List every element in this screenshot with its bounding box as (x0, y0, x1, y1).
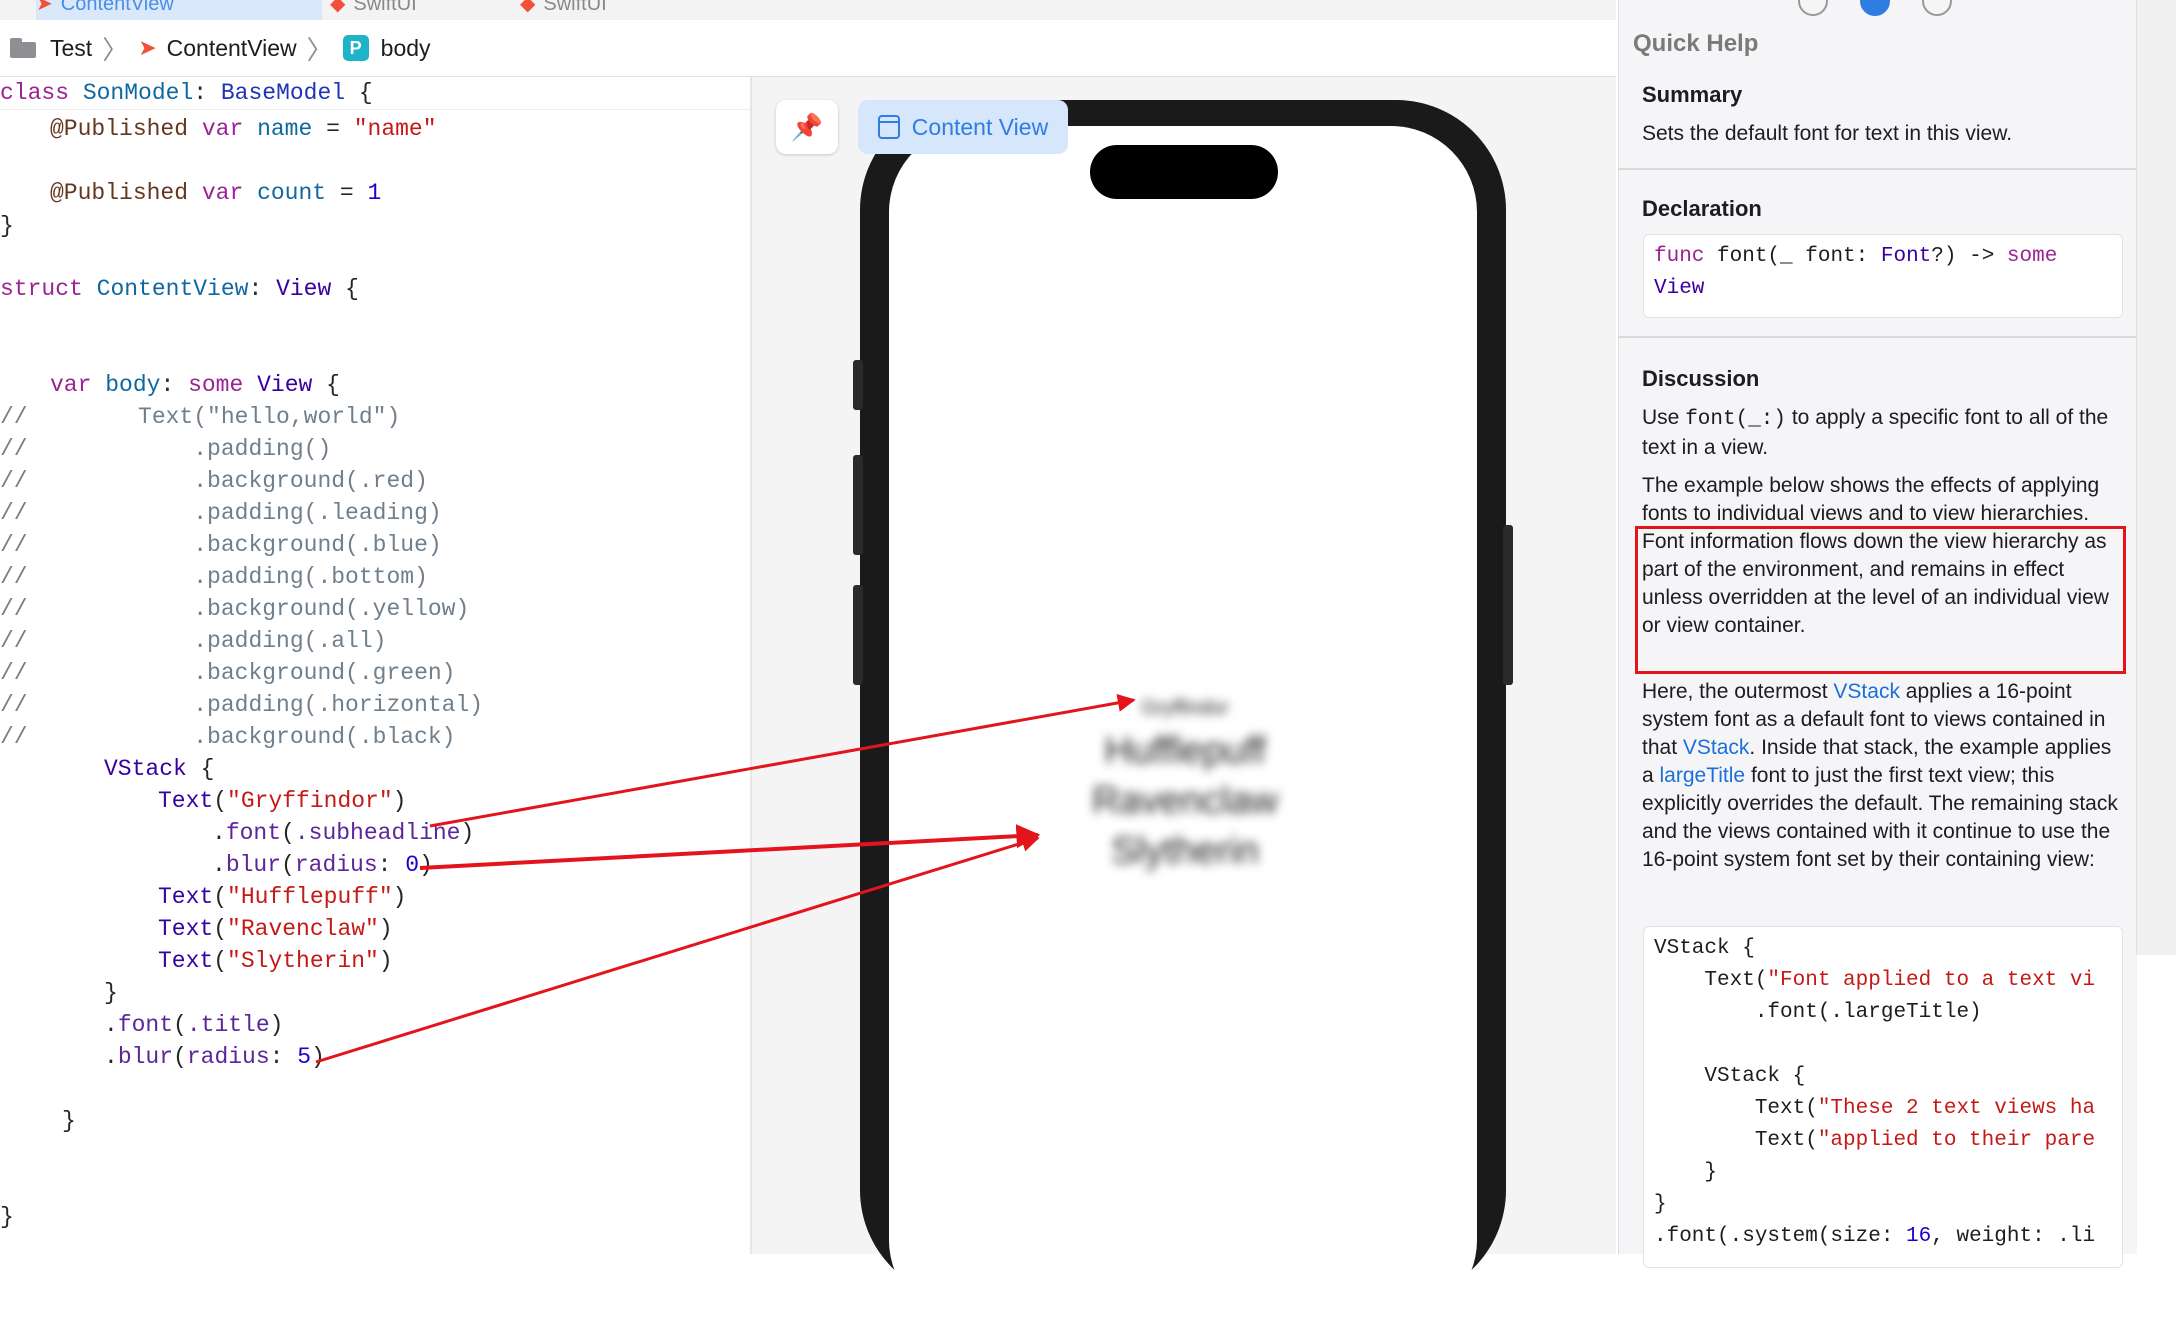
dynamic-island (1090, 145, 1278, 199)
comment-line: // .background(.green) (0, 660, 456, 686)
preview-window-icon (877, 115, 900, 139)
code-line-blur-5: .blur(radius: 5) (104, 1044, 325, 1070)
pin-icon: 📌 (790, 111, 824, 142)
code-line-struct: struct ContentView: View { (0, 276, 359, 302)
discussion-heading: Discussion (1642, 366, 1760, 391)
comment-line: // .padding() (0, 436, 332, 462)
quick-help-title: Quick Help (1633, 30, 1759, 57)
code-line-body: var body: some View { (50, 372, 340, 398)
code-line-vstack: VStack { (104, 756, 215, 782)
section-divider (1618, 168, 2136, 170)
code-line-ravenclaw: Text("Ravenclaw") (158, 916, 393, 942)
content-view-preview-button[interactable]: Content View (858, 100, 1068, 154)
inspector-scroll-gutter (2136, 0, 2176, 955)
preview-text-slytherin: Slytherin (1111, 830, 1259, 872)
vstack-link[interactable]: VStack (1833, 680, 1900, 703)
vstack-link[interactable]: VStack (1683, 736, 1750, 759)
summary-heading: Summary (1642, 82, 1743, 107)
pin-preview-button[interactable]: 📌 (776, 100, 838, 154)
code-line-font-subheadline: .font(.subheadline) (212, 820, 475, 846)
swiftui-icon: ◆ (330, 0, 346, 15)
declaration-code: func font(_ font: Font?) -> some View (1643, 234, 2123, 318)
discussion-paragraph-3: Here, the outermost VStack applies a 16-… (1642, 680, 2118, 871)
code-line-slytherin: Text("Slytherin") (158, 948, 393, 974)
example-code: VStack { Text("Font applied to a text vi… (1643, 926, 2123, 1268)
code-line-close: } (0, 213, 14, 239)
comment-line: // .background(.blue) (0, 532, 442, 558)
swift-file-icon: ➤ (138, 35, 157, 60)
code-editor[interactable]: class SonModel: BaseModel { @Published v… (0, 77, 750, 1254)
preview-text-ravenclaw: Ravenclaw (1092, 780, 1278, 822)
largetitle-link[interactable]: largeTitle (1660, 764, 1746, 787)
phone-power-button (1503, 525, 1513, 685)
tab-contentview[interactable]: ➤ ContentView (36, 0, 322, 20)
tab-swiftui-2[interactable]: ◆ SwiftUI (520, 0, 680, 20)
comment-line: // .padding(.all) (0, 628, 387, 654)
folder-icon (10, 38, 38, 58)
tab-swiftui-1[interactable]: ◆ SwiftUI (330, 0, 490, 20)
code-line-name: @Published var name = "name" (50, 116, 437, 142)
comment-line: // .padding(.horizontal) (0, 692, 484, 718)
code-line-gryffindor: Text("Gryffindor") (158, 788, 407, 814)
comment-line: // .padding(.bottom) (0, 564, 428, 590)
code-line-font-title: .font(.title) (104, 1012, 284, 1038)
breadcrumb-project[interactable]: Test (50, 35, 92, 62)
chevron-right-icon: 〉 (306, 34, 333, 65)
comment-line: // .padding(.leading) (0, 500, 442, 526)
annotation-highlight-box (1635, 526, 2126, 674)
breadcrumb-symbol[interactable]: body (381, 35, 431, 62)
code-line-blur-0: .blur(radius: 0) (212, 852, 433, 878)
code-line-struct-close: } (0, 1204, 14, 1230)
property-badge-icon: P (342, 35, 369, 61)
code-line-count: @Published var count = 1 (50, 180, 382, 206)
preview-text-gryffindor: Gryffindor (1141, 697, 1229, 719)
phone-volume-up-button (853, 455, 863, 555)
chevron-right-icon: 〉 (102, 34, 129, 65)
comment-line: // .background(.yellow) (0, 596, 470, 622)
comment-line: // .background(.black) (0, 724, 456, 750)
code-line-vstack-close: } (104, 980, 118, 1006)
comment-line: // Text("hello,world") (0, 404, 401, 430)
code-line-body-close: } (62, 1108, 76, 1134)
breadcrumb: Test 〉 ➤ ContentView 〉 P body (0, 20, 1616, 77)
summary-text: Sets the default font for text in this v… (1642, 122, 2013, 145)
code-line-1: class SonModel: BaseModel { (0, 80, 373, 106)
swiftui-icon: ◆ (520, 0, 536, 15)
swift-icon: ➤ (36, 0, 53, 15)
phone-action-button (853, 360, 863, 410)
breadcrumb-file[interactable]: ContentView (167, 35, 297, 62)
code-line-hufflepuff: Text("Hufflepuff") (158, 884, 407, 910)
tab-bar: ➤ ContentView ◆ SwiftUI ◆ SwiftUI (0, 0, 1616, 21)
phone-volume-down-button (853, 585, 863, 685)
preview-text-hufflepuff: Hufflepuff (1104, 730, 1266, 772)
blurred-preview-text: Gryffindor Hufflepuff Ravenclaw Slytheri… (1040, 690, 1330, 876)
inspector-tab-bar (1618, 0, 2136, 16)
declaration-heading: Declaration (1642, 196, 1762, 221)
comment-line: // .background(.red) (0, 468, 428, 494)
section-divider (1618, 336, 2136, 338)
discussion-paragraph-1: Use font(_:) to apply a specific font to… (1642, 406, 2109, 459)
